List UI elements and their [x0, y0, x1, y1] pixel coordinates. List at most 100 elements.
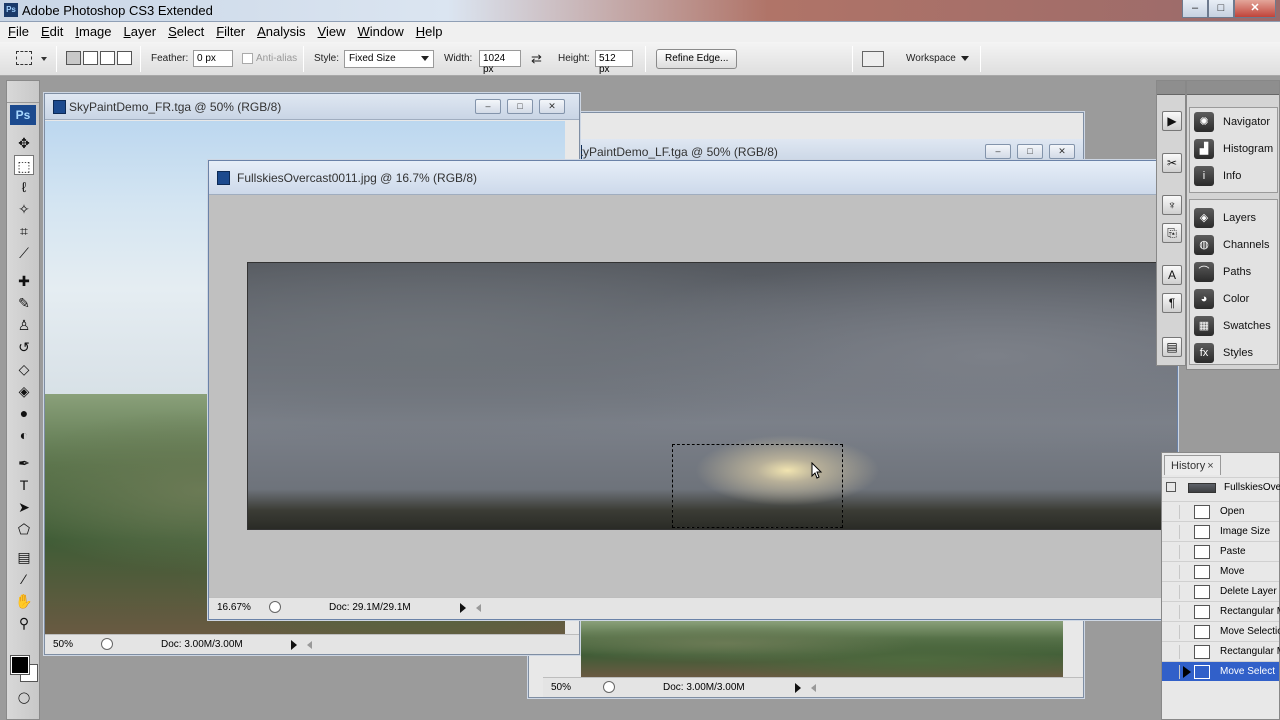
slice-tool-icon[interactable]: ⟋ [14, 243, 34, 263]
rect-marquee-tool-icon[interactable]: ⬚ [14, 155, 34, 175]
history-source-checkbox[interactable] [1168, 505, 1180, 519]
document-titlebar[interactable]: FullskiesOvercast0011.jpg @ 16.7% (RGB/8… [209, 161, 1177, 195]
tool-preset-picker-icon[interactable] [16, 51, 32, 65]
minimize-button[interactable]: – [475, 99, 501, 114]
scroll-left-icon[interactable] [476, 604, 481, 612]
character-icon[interactable]: A [1162, 265, 1182, 285]
width-input[interactable]: 1024 px [479, 50, 521, 75]
paint-bucket-tool-icon[interactable]: ◈ [14, 381, 34, 401]
history-item[interactable]: Rectangular M [1162, 601, 1280, 621]
history-source-checkbox[interactable] [1168, 545, 1180, 559]
move-tool-icon[interactable]: ✥ [14, 133, 34, 153]
clone-source-icon[interactable]: ⎘ [1162, 223, 1182, 243]
clone-stamp-tool-icon[interactable]: ♙ [14, 315, 34, 335]
type-tool-icon[interactable]: T [14, 475, 34, 495]
magic-wand-tool-icon[interactable]: ✧ [14, 199, 34, 219]
scroll-left-icon[interactable] [307, 641, 312, 649]
crop-tool-icon[interactable]: ⌗ [14, 221, 34, 241]
bridge-icon[interactable] [862, 51, 884, 67]
panel-channels[interactable]: ◍ Channels [1192, 233, 1280, 257]
workspace-button[interactable]: Workspace [906, 53, 956, 64]
status-info-icon[interactable] [269, 601, 281, 613]
brush-tool-icon[interactable]: ✎ [14, 293, 34, 313]
history-item[interactable]: Move [1162, 561, 1279, 581]
zoom-level[interactable]: 16.67% [217, 602, 251, 613]
status-info-icon[interactable] [603, 681, 615, 693]
quick-mask-icon[interactable]: ◯ [14, 688, 34, 708]
shape-tool-icon[interactable]: ⬠ [14, 519, 34, 539]
document-canvas[interactable] [581, 621, 1063, 677]
menu-window[interactable]: Window [351, 22, 409, 42]
history-source-checkbox[interactable] [1168, 645, 1180, 659]
maximize-button[interactable]: □ [507, 99, 533, 114]
document-window-main[interactable]: FullskiesOvercast0011.jpg @ 16.7% (RGB/8… [208, 160, 1178, 620]
document-titlebar[interactable]: SkyPaintDemo_FR.tga @ 50% (RGB/8) – □ ✕ [45, 94, 579, 120]
history-item[interactable]: Open [1162, 501, 1279, 521]
new-selection-icon[interactable] [66, 51, 81, 65]
panel-strip-header[interactable] [1157, 81, 1185, 95]
history-source-checkbox[interactable] [1168, 605, 1180, 619]
status-menu-arrow-icon[interactable] [460, 603, 466, 613]
panel-color[interactable]: ◕ Color [1192, 287, 1280, 311]
close-button[interactable]: ✕ [1234, 0, 1276, 18]
status-menu-arrow-icon[interactable] [291, 640, 297, 650]
healing-brush-tool-icon[interactable]: ✚ [14, 271, 34, 291]
height-input[interactable]: 512 px [595, 50, 633, 75]
zoom-level[interactable]: 50% [53, 639, 73, 650]
history-snapshot[interactable]: FullskiesOve [1162, 477, 1280, 497]
pen-tool-icon[interactable]: ✒ [14, 453, 34, 473]
lasso-tool-icon[interactable]: ℓ [14, 177, 34, 197]
eraser-tool-icon[interactable]: ◇ [14, 359, 34, 379]
maximize-button[interactable]: □ [1208, 0, 1234, 18]
zoom-level[interactable]: 50% [551, 682, 571, 693]
maximize-button[interactable]: □ [1017, 144, 1043, 159]
history-item[interactable]: Delete Layer [1162, 581, 1279, 601]
toolbox-header[interactable] [7, 81, 39, 103]
scroll-left-icon[interactable] [811, 684, 816, 692]
path-selection-tool-icon[interactable]: ➤ [14, 497, 34, 517]
menu-file[interactable]: File [2, 22, 35, 42]
panel-info[interactable]: i Info [1192, 164, 1280, 188]
close-button[interactable]: ✕ [539, 99, 565, 114]
panel-styles[interactable]: fx Styles [1192, 341, 1280, 365]
swap-width-height-icon[interactable]: ⇄ [531, 51, 542, 67]
hand-tool-icon[interactable]: ✋ [14, 591, 34, 611]
panel-swatches[interactable]: ▦ Swatches [1192, 314, 1280, 338]
dodge-tool-icon[interactable]: ◐ [14, 425, 34, 445]
history-item[interactable]: Image Size [1162, 521, 1279, 541]
close-button[interactable]: ✕ [1049, 144, 1075, 159]
menu-analysis[interactable]: Analysis [251, 22, 311, 42]
intersect-selection-icon[interactable] [117, 51, 132, 65]
history-item[interactable]: Paste [1162, 541, 1279, 561]
panel-navigator[interactable]: ✺ Navigator [1192, 110, 1280, 134]
tab-history[interactable]: History × [1164, 455, 1221, 475]
menu-filter[interactable]: Filter [210, 22, 251, 42]
refine-edge-button[interactable]: Refine Edge... [656, 49, 738, 69]
foreground-color-swatch[interactable] [10, 655, 30, 675]
layer-comps-icon[interactable]: ▤ [1162, 337, 1182, 357]
minimize-button[interactable]: – [1182, 0, 1208, 18]
history-source-checkbox[interactable] [1168, 665, 1180, 679]
history-source-checkbox[interactable] [1168, 565, 1180, 579]
history-source-checkbox[interactable] [1168, 585, 1180, 599]
menu-image[interactable]: Image [69, 22, 117, 42]
history-source-checkbox[interactable] [1168, 525, 1180, 539]
panel-dock-header[interactable] [1187, 81, 1279, 95]
history-source-checkbox[interactable] [1168, 625, 1180, 639]
menu-help[interactable]: Help [410, 22, 449, 42]
zoom-tool-icon[interactable]: ⚲ [14, 613, 34, 633]
close-icon[interactable]: × [1207, 460, 1213, 472]
notes-tool-icon[interactable]: ▤ [14, 547, 34, 567]
history-brush-tool-icon[interactable]: ↺ [14, 337, 34, 357]
tool-presets-icon[interactable]: ✂ [1162, 153, 1182, 173]
status-menu-arrow-icon[interactable] [795, 683, 801, 693]
menu-select[interactable]: Select [162, 22, 210, 42]
history-item[interactable]: Move Selectio [1162, 621, 1280, 641]
feather-input[interactable]: 0 px [193, 50, 233, 67]
chevron-down-icon[interactable] [961, 56, 969, 61]
photoshop-badge[interactable]: Ps [10, 105, 36, 125]
menu-edit[interactable]: Edit [35, 22, 69, 42]
actions-icon[interactable]: ▶ [1162, 111, 1182, 131]
history-item[interactable]: Rectangular M [1162, 641, 1280, 661]
style-select[interactable]: Fixed Size [344, 50, 434, 68]
